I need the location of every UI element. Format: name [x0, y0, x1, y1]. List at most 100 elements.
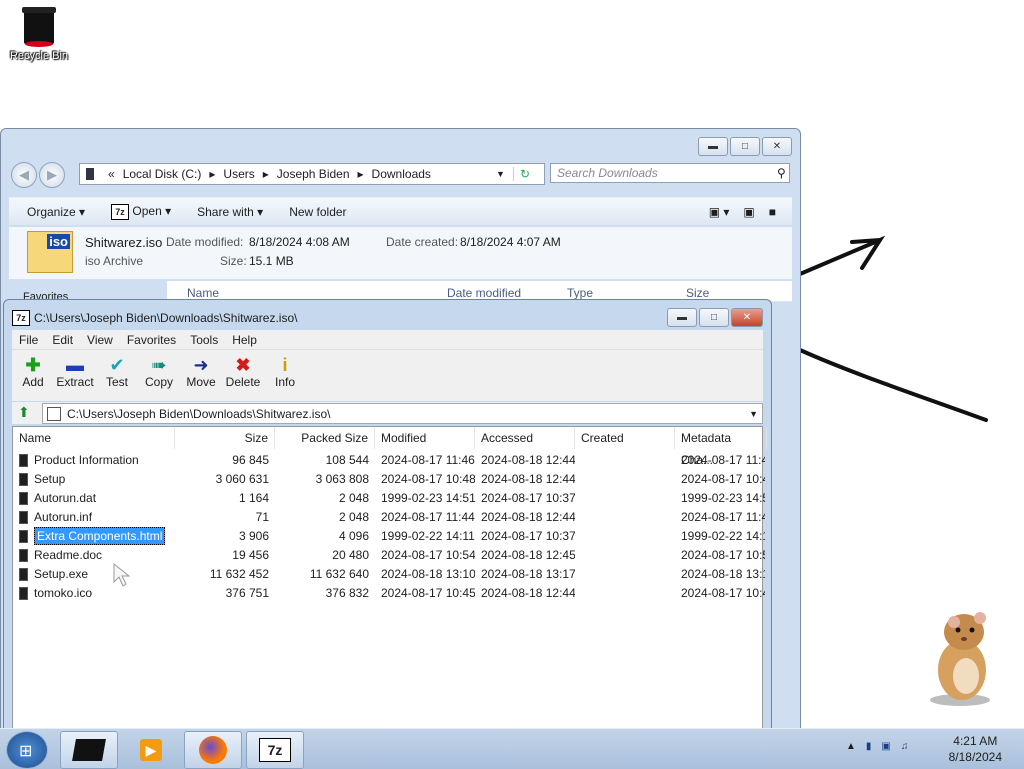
column-date-modified[interactable]: Date modified — [447, 286, 521, 300]
breadcrumb-item[interactable]: Local Disk (C:) — [123, 167, 202, 181]
file-accessed-cell: 2024-08-18 12:44 — [481, 472, 575, 486]
taskbar-app-firefox[interactable] — [184, 731, 242, 769]
show-hidden-icons-icon[interactable]: ▲ — [846, 741, 856, 752]
breadcrumb-separator-icon[interactable]: ▸ — [209, 167, 215, 181]
file-modified-cell: 1999-02-22 14:11 — [381, 529, 475, 543]
column-name[interactable]: Name — [187, 286, 219, 300]
info-icon: i — [282, 355, 288, 375]
info-button[interactable]: i Info — [264, 350, 306, 401]
file-name: Autorun.dat — [34, 491, 97, 505]
extract-button[interactable]: ▬ Extract — [54, 350, 96, 401]
7zip-menu-bar: File Edit View Favorites Tools Help — [12, 330, 763, 349]
refresh-icon[interactable]: ↻ — [512, 167, 536, 181]
size-label: Size: — [220, 254, 247, 268]
breadcrumb-item[interactable]: Joseph Biden — [277, 167, 350, 181]
table-row[interactable]: Product Information 96 845 108 544 2024-08-… — [13, 451, 765, 470]
file-icon — [19, 549, 28, 563]
plus-icon: ✚ — [25, 355, 41, 375]
new-folder-button[interactable]: New folder — [289, 205, 346, 219]
minimize-button[interactable]: ▬ — [667, 308, 697, 327]
taskbar-app-7zip[interactable]: 7z — [246, 731, 304, 769]
start-button[interactable]: ⊞ — [6, 731, 48, 769]
file-icon — [19, 454, 28, 468]
up-folder-icon[interactable]: ⬆ — [18, 404, 30, 421]
search-input[interactable]: Search Downloads — [550, 163, 790, 183]
column-packed-size[interactable]: Packed Size — [275, 427, 375, 449]
file-meta-cell: 1999-02-22 14:1 — [681, 529, 765, 543]
taskbar-app-blackbox[interactable] — [60, 731, 118, 769]
menu-file[interactable]: File — [12, 333, 45, 347]
file-modified-cell: 2024-08-17 11:46 — [381, 453, 475, 467]
menu-tools[interactable]: Tools — [183, 333, 225, 347]
file-meta-cell: 2024-08-18 13:1 — [681, 567, 765, 581]
breadcrumb-item[interactable]: Users — [223, 167, 254, 181]
file-icon — [19, 473, 28, 487]
open-button[interactable]: 7z Open ▾ — [111, 203, 171, 220]
breadcrumb-separator-icon[interactable]: ▸ — [358, 167, 364, 181]
usb-device-icon[interactable]: ▮ — [866, 741, 872, 752]
taskbar-app-mediaplayer[interactable]: ▶ — [122, 731, 180, 769]
file-meta-cell: 2024-08-17 11:4 — [681, 453, 765, 467]
column-size[interactable]: Size — [175, 427, 275, 449]
table-row[interactable]: Autorun.dat 1 164 2 048 1999-02-23 14:51 202… — [13, 489, 765, 508]
column-type[interactable]: Type — [567, 286, 593, 300]
copy-button[interactable]: ➠ Copy — [138, 350, 180, 401]
recycle-bin-icon — [21, 4, 57, 48]
maximize-button[interactable]: □ — [699, 308, 729, 327]
menu-help[interactable]: Help — [225, 333, 264, 347]
media-player-icon: ▶ — [140, 739, 162, 761]
column-accessed[interactable]: Accessed — [475, 427, 575, 449]
path-dropdown-icon[interactable]: ▼ — [749, 409, 758, 419]
organize-button[interactable]: Organize ▾ — [27, 205, 85, 219]
preview-pane-icon[interactable]: ▣ — [743, 205, 754, 219]
path-input[interactable]: C:\Users\Joseph Biden\Downloads\Shitware… — [42, 403, 763, 424]
menu-view[interactable]: View — [80, 333, 120, 347]
clock[interactable]: 4:21 AM 8/18/2024 — [949, 733, 1002, 765]
view-options-icon[interactable]: ▣ ▾ — [709, 205, 730, 219]
column-created[interactable]: Created — [575, 427, 675, 449]
test-button[interactable]: ✔ Test — [96, 350, 138, 401]
address-dropdown-icon[interactable]: ▼ — [496, 169, 505, 179]
network-icon[interactable]: ▣ — [881, 741, 890, 752]
column-modified[interactable]: Modified — [375, 427, 475, 449]
forward-arrow-icon: ▶ — [47, 167, 57, 182]
menu-favorites[interactable]: Favorites — [120, 333, 183, 347]
back-button[interactable]: ◀ — [11, 162, 37, 188]
maximize-button[interactable]: □ — [730, 137, 760, 156]
clock-time: 4:21 AM — [953, 734, 998, 748]
forward-button[interactable]: ▶ — [39, 162, 65, 188]
recycle-bin[interactable]: Recycle Bin — [4, 4, 74, 62]
volume-icon[interactable]: ♫ — [901, 741, 909, 752]
file-modified-cell: 2024-08-18 13:10 — [381, 567, 475, 581]
menu-edit[interactable]: Edit — [45, 333, 80, 347]
file-name: Product Information — [34, 453, 139, 467]
help-icon[interactable]: ■ — [769, 205, 776, 219]
7zip-toolbar: ✚ Add ▬ Extract ✔ Test ➠ Copy ➜ Move ✖ Delete … — [12, 349, 763, 401]
column-size[interactable]: Size — [686, 286, 709, 300]
file-accessed-cell: 2024-08-18 12:44 — [481, 586, 575, 600]
add-button[interactable]: ✚ Add — [12, 350, 54, 401]
column-name[interactable]: Name — [13, 427, 175, 449]
breadcrumb-overflow-icon[interactable]: « — [108, 167, 115, 181]
address-bar[interactable]: « Local Disk (C:) ▸ Users ▸ Joseph Biden… — [79, 163, 545, 185]
close-button[interactable]: ✕ — [762, 137, 792, 156]
move-button[interactable]: ➜ Move — [180, 350, 222, 401]
file-accessed-cell: 2024-08-18 12:44 — [481, 453, 575, 467]
table-row[interactable]: Extra Components.html 3 906 4 096 1999-02-2… — [13, 527, 765, 546]
file-icon — [19, 568, 28, 582]
table-row[interactable]: Setup 3 060 631 3 063 808 2024-08-17 10:48 2… — [13, 470, 765, 489]
7zip-path-bar: ⬆ C:\Users\Joseph Biden\Downloads\Shitwa… — [12, 402, 763, 424]
windows-orb-icon: ⊞ — [19, 743, 33, 760]
close-button[interactable]: ✕ — [731, 308, 763, 327]
table-row[interactable]: Autorun.inf 71 2 048 2024-08-17 11:44 2024-0… — [13, 508, 765, 527]
share-with-button[interactable]: Share with ▾ — [197, 205, 263, 219]
breadcrumb-item[interactable]: Downloads — [372, 167, 431, 181]
breadcrumb-separator-icon[interactable]: ▸ — [263, 167, 269, 181]
taskbar: ⊞ ▶ 7z ▲ ▮ ▣ ♫ 4:21 AM 8/18/2024 — [0, 728, 1024, 769]
delete-button[interactable]: ✖ Delete — [222, 350, 264, 401]
file-accessed-cell: 2024-08-18 12:45 — [481, 548, 575, 562]
minimize-button[interactable]: ▬ — [698, 137, 728, 156]
search-icon: ⚲ — [777, 166, 786, 180]
file-modified-cell: 1999-02-23 14:51 — [381, 491, 475, 505]
column-metadata-changed[interactable]: Metadata Cha... — [675, 427, 767, 467]
